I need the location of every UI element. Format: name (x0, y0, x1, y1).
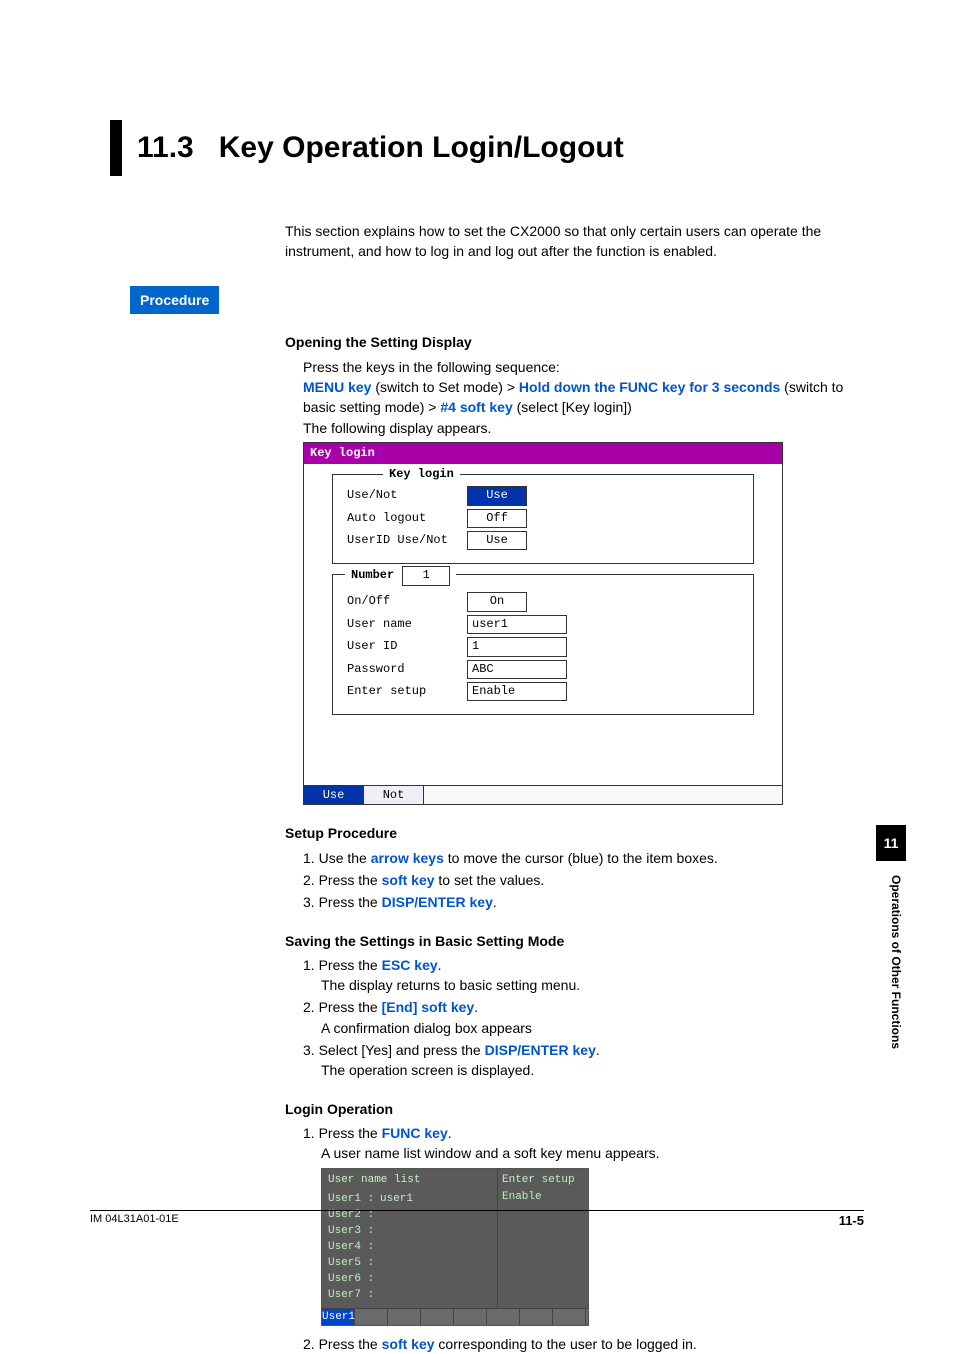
setup-step-2: 2. Press the soft key to set the values. (303, 870, 864, 890)
saving-list: 1. Press the ESC key. The display return… (303, 955, 864, 1081)
doc-id: IM 04L31A01-01E (90, 1212, 179, 1231)
disp-enter-key-ref-2: DISP/ENTER key (485, 1042, 596, 1058)
value-userid-use-not[interactable]: Use (467, 531, 527, 550)
procedure-badge: Procedure (130, 286, 219, 314)
opening-sequence: MENU key (switch to Set mode) > Hold dow… (303, 377, 864, 418)
func-key-ref: Hold down the FUNC key for 3 seconds (519, 379, 780, 395)
user-row-5: User5 : (328, 1256, 491, 1272)
row-auto-logout: Auto logout Off (347, 509, 739, 528)
footer-rule (90, 1210, 864, 1211)
value-auto-logout[interactable]: Off (467, 509, 527, 528)
esc-key-ref: ESC key (382, 957, 438, 973)
softkey-slot-6[interactable] (487, 1309, 520, 1325)
arrow-keys-ref: arrow keys (371, 850, 444, 866)
opening-line3: The following display appears. (303, 418, 864, 438)
value-user-id[interactable]: 1 (467, 637, 567, 656)
chapter-tab: 11 (876, 825, 906, 861)
login-heading: Login Operation (285, 1099, 864, 1119)
soft-key-ref-2: soft key (382, 1336, 435, 1352)
title-accent-bar (110, 120, 122, 176)
user-name-list-screenshot: User name list User1 :user1 User2 : User… (321, 1168, 589, 1327)
row-user-id: User ID 1 (347, 637, 739, 656)
softkey-user1[interactable]: User1 (322, 1309, 355, 1325)
value-user-name[interactable]: user1 (467, 615, 567, 634)
saving-heading: Saving the Settings in Basic Setting Mod… (285, 931, 864, 951)
enter-setup-panel: Enter setup Enable (498, 1169, 588, 1309)
setup-procedure-list: 1. Use the arrow keys to move the cursor… (303, 848, 864, 913)
value-use-not[interactable]: Use (467, 486, 527, 505)
user-list-header: User name list (328, 1173, 491, 1189)
row-userid-use-not: UserID Use/Not Use (347, 531, 739, 550)
screen-titlebar: Key login (304, 443, 782, 464)
key-login-group: Key login Use/Not Use Auto logout Off Us… (332, 474, 754, 564)
value-password[interactable]: ABC (467, 660, 567, 679)
row-on-off: On/Off On (347, 592, 739, 611)
enter-setup-label: Enter setup (502, 1173, 584, 1189)
disp-enter-key-ref: DISP/ENTER key (382, 894, 493, 910)
softkey-not[interactable]: Not (364, 786, 424, 804)
soft4-key-ref: #4 soft key (440, 399, 512, 415)
end-soft-key-ref: [End] soft key (382, 999, 475, 1015)
user-row-7: User7 : (328, 1288, 491, 1304)
user-row-4: User4 : (328, 1240, 491, 1256)
opening-heading: Opening the Setting Display (285, 332, 864, 352)
saving-step-3: 3. Select [Yes] and press the DISP/ENTER… (303, 1040, 864, 1081)
setup-procedure-heading: Setup Procedure (285, 823, 864, 843)
user-list-panel: User name list User1 :user1 User2 : User… (322, 1169, 498, 1309)
softkey-use[interactable]: Use (304, 786, 364, 804)
section-heading: Key Operation Login/Logout (219, 131, 624, 164)
row-password: Password ABC (347, 660, 739, 679)
chapter-tab-text: Operations of Other Functions (887, 875, 904, 1049)
login-step-1-sub: A user name list window and a soft key m… (321, 1143, 864, 1163)
soft-key-bar: Use Not (304, 785, 782, 804)
value-enter-setup[interactable]: Enable (467, 682, 567, 701)
saving-step-1-sub: The display returns to basic setting men… (321, 975, 864, 995)
group-legend: Key login (383, 466, 460, 483)
number-group: Number 1 On/Off On User name user1 User … (332, 574, 754, 715)
softkey-slot-4[interactable] (421, 1309, 454, 1325)
user-softkey-bar: User1 (322, 1308, 588, 1325)
saving-step-2-sub: A confirmation dialog box appears (321, 1018, 864, 1038)
user-row-1: User1 :user1 (328, 1192, 491, 1208)
value-on-off[interactable]: On (467, 592, 527, 611)
opening-line1: Press the keys in the following sequence… (303, 357, 864, 377)
user-row-6: User6 : (328, 1272, 491, 1288)
section-number: 11.3 (137, 131, 194, 164)
setup-step-1: 1. Use the arrow keys to move the cursor… (303, 848, 864, 868)
page-number: 11-5 (839, 1212, 864, 1231)
section-title-block: 11.3 Key Operation Login/Logout (110, 120, 864, 176)
key-login-screenshot: Key login Key login Use/Not Use Auto log… (303, 442, 783, 806)
intro-paragraph: This section explains how to set the CX2… (285, 221, 864, 262)
number-label: Number (351, 567, 394, 584)
softkey-slot-2[interactable] (355, 1309, 388, 1325)
row-enter-setup: Enter setup Enable (347, 682, 739, 701)
softkey-slot-5[interactable] (454, 1309, 487, 1325)
menu-key-ref: MENU key (303, 379, 371, 395)
soft-key-ref: soft key (382, 872, 435, 888)
enter-setup-value: Enable (502, 1190, 584, 1206)
number-value[interactable]: 1 (402, 566, 450, 585)
setup-step-3: 3. Press the DISP/ENTER key. (303, 892, 864, 912)
softkey-slot-8[interactable] (553, 1309, 586, 1325)
row-user-name: User name user1 (347, 615, 739, 634)
func-key-ref-2: FUNC key (382, 1125, 448, 1141)
row-use-not: Use/Not Use (347, 486, 739, 505)
section-title: 11.3 Key Operation Login/Logout (137, 120, 624, 176)
login-step-2: 2. Press the soft key corresponding to t… (303, 1334, 864, 1354)
page-footer: IM 04L31A01-01E 11-5 (90, 1212, 864, 1231)
login-list: 1. Press the FUNC key. A user name list … (303, 1123, 864, 1354)
softkey-slot-7[interactable] (520, 1309, 553, 1325)
saving-step-2: 2. Press the [End] soft key. A confirmat… (303, 997, 864, 1038)
saving-step-1: 1. Press the ESC key. The display return… (303, 955, 864, 996)
saving-step-3-sub: The operation screen is displayed. (321, 1060, 864, 1080)
softkey-slot-3[interactable] (388, 1309, 421, 1325)
